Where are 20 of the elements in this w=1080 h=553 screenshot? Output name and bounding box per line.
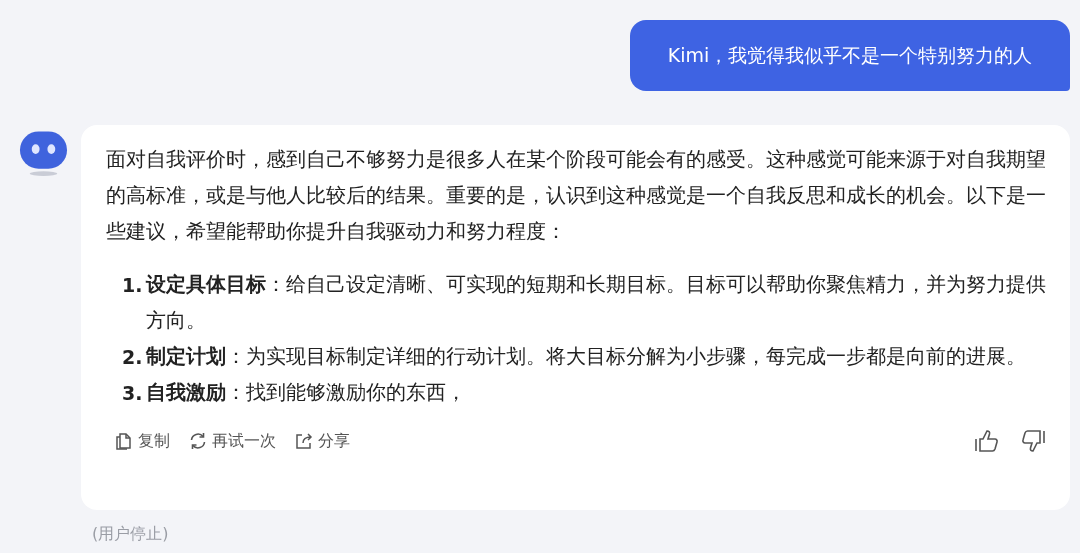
list-item-text: 制定计划：为实现目标制定详细的行动计划。将大目标分解为小步骤，每完成一步都是向前的进展。 bbox=[146, 344, 1027, 370]
retry-button[interactable]: 再试一次 bbox=[188, 430, 276, 452]
dislike-button[interactable] bbox=[1020, 429, 1046, 453]
like-button[interactable] bbox=[974, 429, 1000, 453]
thumbs-down-icon bbox=[1020, 429, 1046, 453]
copy-button[interactable]: 复制 bbox=[114, 430, 170, 452]
copy-icon bbox=[114, 431, 134, 451]
list-number: 2. bbox=[122, 345, 140, 370]
share-icon bbox=[294, 431, 314, 451]
user-message: Kimi，我觉得我似乎不是一个特别努力的人 bbox=[630, 20, 1070, 91]
list-number: 3. bbox=[122, 381, 140, 406]
stopped-status: (用户停止) bbox=[92, 524, 170, 545]
list-item-text: 自我激励：找到能够激励你的东西， bbox=[146, 380, 467, 406]
share-button[interactable]: 分享 bbox=[294, 430, 350, 452]
list-item-text: 设定具体目标：给自己设定清晰、可实现的短期和长期目标。目标可以帮助你聚焦精力，并为努力提供方向。 bbox=[146, 272, 1046, 334]
list-number: 1. bbox=[122, 273, 140, 298]
thumbs-up-icon bbox=[974, 429, 1000, 453]
reply-paragraph: 面对自我评价时，感到自己不够努力是很多人在某个阶段可能会有的感受。这种感觉可能来源于对自我期望的高标准，或是与他人比较后的结果。重要的是，认识到这种感觉是一个自我反思和成长的机会。以下是一些建议，希望能帮助你提升自我驱动力和努力程度： bbox=[106, 147, 1046, 245]
refresh-icon bbox=[188, 431, 208, 451]
robot-avatar-icon bbox=[18, 129, 69, 179]
